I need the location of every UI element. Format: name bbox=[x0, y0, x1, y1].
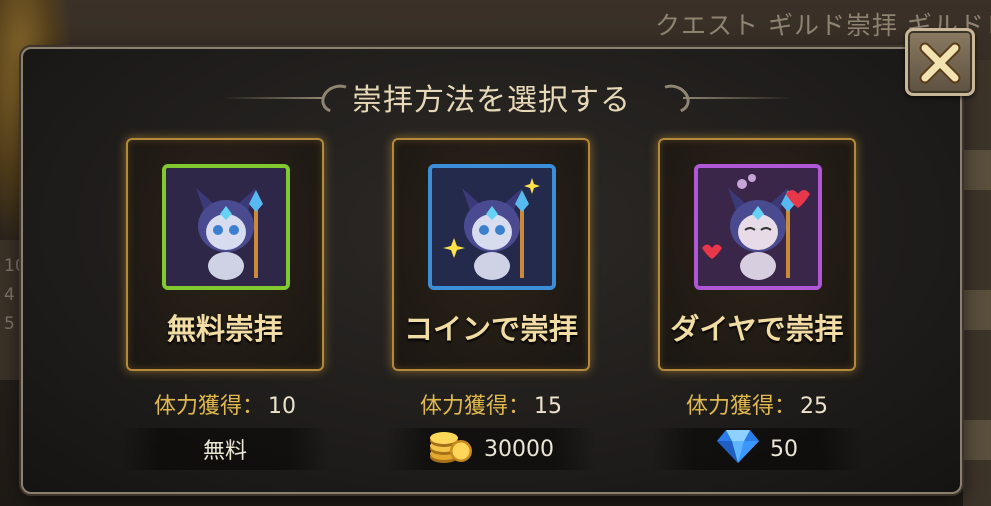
diamond-cost: 50 bbox=[652, 428, 862, 470]
title-divider-right bbox=[683, 97, 793, 99]
coin-worship-portrait bbox=[428, 164, 556, 290]
stamina-value: 10 bbox=[268, 394, 296, 419]
gold-coins-icon bbox=[428, 427, 474, 471]
dialog-title: 崇拝方法を選択する bbox=[352, 83, 631, 118]
background-right-button bbox=[961, 290, 991, 330]
stamina-value: 15 bbox=[534, 394, 562, 419]
coin-worship-label: コインで崇拝 bbox=[403, 312, 578, 346]
close-icon bbox=[919, 42, 961, 84]
cat-mage-icon bbox=[166, 168, 286, 286]
stamina-label: 体力獲得： bbox=[419, 394, 530, 419]
stamina-value: 25 bbox=[800, 394, 828, 419]
coin-cost: 30000 bbox=[386, 428, 596, 470]
background-right-panel bbox=[961, 60, 991, 506]
diamond-worship-label: ダイヤで崇拝 bbox=[670, 312, 844, 346]
close-button[interactable] bbox=[905, 28, 975, 96]
cost-text: 50 bbox=[770, 436, 798, 462]
free-worship-portrait bbox=[162, 164, 290, 290]
free-worship-option[interactable]: 無料崇拝 bbox=[126, 138, 324, 371]
coin-worship-option[interactable]: コインで崇拝 bbox=[392, 138, 590, 371]
free-stamina-gain: 体力獲得： 10 bbox=[126, 388, 324, 420]
free-worship-label: 無料崇拝 bbox=[166, 312, 283, 346]
cost-text: 30000 bbox=[484, 436, 554, 462]
cat-mage-hearts-icon bbox=[698, 168, 818, 286]
coin-stamina-gain: 体力獲得： 15 bbox=[392, 388, 590, 420]
diamond-worship-option[interactable]: ダイヤで崇拝 bbox=[658, 138, 856, 371]
diamond-worship-portrait bbox=[694, 164, 822, 290]
diamond-icon bbox=[716, 428, 760, 470]
cat-mage-sparkle-icon bbox=[432, 168, 552, 286]
stamina-label: 体力獲得： bbox=[153, 394, 264, 419]
background-right-button bbox=[961, 150, 991, 190]
cost-text: 無料 bbox=[202, 439, 247, 464]
stamina-label: 体力獲得： bbox=[685, 394, 796, 419]
free-cost: 無料 bbox=[120, 428, 330, 470]
diamond-stamina-gain: 体力獲得： 25 bbox=[658, 388, 856, 420]
background-right-button bbox=[961, 420, 991, 460]
dialog-title-row: 崇拝方法を選択する bbox=[23, 75, 960, 118]
